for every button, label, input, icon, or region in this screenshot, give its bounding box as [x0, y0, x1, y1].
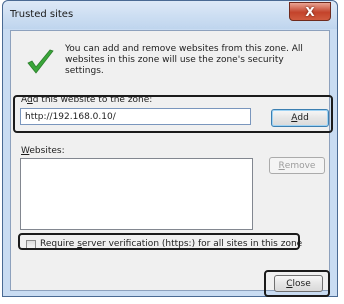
websites-list[interactable]: [20, 158, 253, 230]
dialog-body: You can add and remove websites from thi…: [10, 30, 330, 292]
close-icon: X: [305, 4, 315, 19]
remove-button[interactable]: Remove: [269, 157, 325, 174]
websites-label: Websites:: [21, 146, 65, 156]
require-server-verification-checkbox[interactable]: [26, 240, 36, 250]
require-server-verification-label[interactable]: Require server verification (https:) for…: [40, 239, 302, 249]
close-button[interactable]: Close: [274, 275, 323, 292]
title-bar[interactable]: Trusted sites X: [3, 1, 337, 29]
window-close-button[interactable]: X: [289, 2, 331, 21]
window-title: Trusted sites: [10, 9, 74, 20]
add-site-label: Add this website to the zone:: [21, 95, 153, 105]
add-button[interactable]: Add: [271, 109, 329, 127]
website-url-input[interactable]: [20, 108, 251, 125]
green-checkmark-icon: [27, 49, 54, 74]
intro-text: You can add and remove websites from thi…: [65, 44, 303, 76]
trusted-sites-dialog: Trusted sites X You can add and remove w…: [2, 0, 338, 297]
